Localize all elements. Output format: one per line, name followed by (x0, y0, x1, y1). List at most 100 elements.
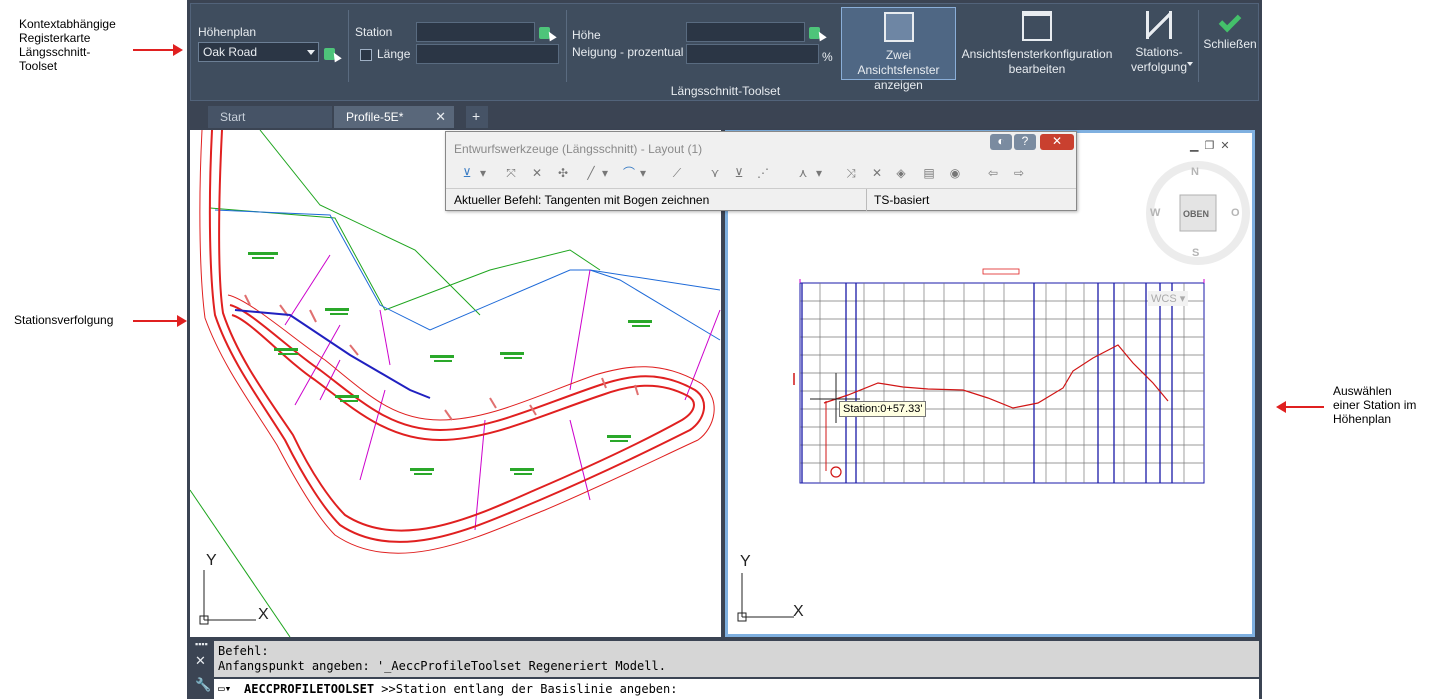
hoehenplan-select[interactable]: Oak Road (198, 42, 319, 62)
command-name: AECCPROFILETOOLSET (244, 682, 375, 696)
help-icon[interactable]: ◐ (990, 134, 1012, 150)
annotation-arrow (133, 315, 187, 327)
viewport-window-controls: ▁❐✕ (1190, 139, 1236, 152)
delete-entity-icon[interactable]: ⤨ (844, 166, 858, 180)
neigung-label: Neigung - prozentual (572, 45, 684, 59)
delete-icon[interactable]: ✕ (870, 166, 884, 180)
wrench-icon[interactable]: 🔧 (195, 677, 211, 693)
axis-y-label: Y (206, 552, 217, 569)
close-icon[interactable]: ✕ (435, 109, 446, 125)
command-history-line: Befehl: (218, 644, 269, 658)
station-tracking-label: Stations-verfolgung (1130, 45, 1188, 74)
app-window: Höhenplan Oak Road Station Länge Höhe Ne… (187, 0, 1262, 699)
axis-x-label: X (793, 603, 804, 620)
viewport-config-button[interactable]: Ansichtsfensterkonfiguration bearbeiten (958, 7, 1116, 80)
wcs-menu[interactable]: WCS ▾ (1148, 291, 1189, 306)
chevron-down-icon: ▾ (1179, 293, 1186, 305)
current-command: Aktueller Befehl: Tangenten mit Bogen ze… (454, 193, 710, 207)
insert-pvi-icon[interactable]: ⤧ (504, 166, 518, 180)
command-history-line: Anfangspunkt angeben: '_AeccProfileTools… (218, 659, 666, 673)
chevron-down-icon[interactable]: ▾ (476, 166, 490, 180)
toolbar-title: Entwurfswerkzeuge (Längsschnitt) - Layou… (454, 142, 703, 156)
annotation-arrow (133, 44, 183, 56)
station-tracking-icon (1146, 11, 1172, 39)
line-icon[interactable]: ╱ (584, 166, 598, 180)
neigung-input[interactable] (686, 44, 819, 64)
new-tab-button[interactable]: + (466, 106, 488, 128)
annotation-line: einer Station im (1333, 398, 1417, 412)
entity-based2-icon[interactable]: ⋰ (756, 166, 770, 180)
select-pvi-icon[interactable]: ⋏ (796, 166, 810, 180)
tangent-icon[interactable]: ⊻ (460, 166, 474, 180)
restore-icon[interactable]: ❐ (1204, 140, 1220, 152)
two-viewports-button[interactable]: Zwei Ansichtsfenster anzeigen (841, 7, 956, 92)
question-icon[interactable]: ? (1014, 134, 1036, 150)
annotation-line: Längsschnitt- (19, 45, 91, 59)
station-tracking-button[interactable]: Stations-verfolgung (1123, 7, 1195, 80)
annotation-context-tab: Kontextabhängige Registerkarte Längsschn… (19, 17, 116, 73)
curve-icon[interactable]: ⌒ (622, 166, 636, 180)
profile-layout-tools-window[interactable]: Entwurfswerkzeuge (Längsschnitt) - Layou… (445, 131, 1077, 211)
hoehe-input[interactable] (686, 22, 805, 42)
annotation-select-station: Auswählen einer Station im Höhenplan (1333, 384, 1416, 426)
annotation-line: Höhenplan (1333, 412, 1392, 426)
compass-north[interactable]: N (1191, 166, 1199, 178)
sub-entity-icon[interactable]: ▤ (922, 166, 936, 180)
laenge-checkbox[interactable] (360, 49, 372, 61)
axis-y-label: Y (740, 553, 751, 570)
viewport-config-label: Ansichtsfensterkonfiguration bearbeiten (961, 47, 1113, 76)
compass-west[interactable]: W (1150, 207, 1160, 219)
station-input[interactable] (416, 22, 535, 42)
close-label: Schließen (1203, 37, 1257, 51)
pick-profile-view-icon[interactable] (324, 46, 342, 63)
close-button[interactable]: Schließen (1201, 7, 1259, 80)
close-icon[interactable]: ✕ (195, 653, 206, 669)
command-input[interactable]: ▭▾ AECCPROFILETOOLSET >>Station entlang … (214, 679, 1259, 699)
mode-label: TS-basiert (874, 193, 930, 207)
pvi-based-icon[interactable]: ⋎ (708, 166, 722, 180)
tab-profile[interactable]: Profile-5E* ✕ (334, 106, 454, 128)
panel-title: Längsschnitt-Toolset (670, 84, 781, 98)
laenge-label: Länge (377, 47, 411, 61)
compass-east[interactable]: O (1231, 207, 1240, 219)
chevron-down-icon (1187, 62, 1193, 66)
prompt-icon[interactable]: ▭▾ (218, 682, 231, 695)
drag-handle-icon[interactable]: ▪▪▪▪ (195, 639, 208, 649)
minimize-icon[interactable]: ▁ (1190, 140, 1204, 152)
viewport-config-icon (1022, 11, 1052, 41)
chevron-down-icon[interactable]: ▾ (812, 166, 826, 180)
viewcube-top[interactable]: OBEN (1183, 209, 1209, 219)
wcs-label: WCS (1151, 293, 1177, 305)
two-viewports-icon (883, 12, 914, 42)
pick-elevation-icon[interactable] (809, 25, 827, 42)
compass-south[interactable]: S (1192, 247, 1199, 259)
chevron-down-icon[interactable]: ▾ (636, 166, 650, 180)
annotation-line: Toolset (19, 59, 58, 73)
annotation-line: Kontextabhängige (19, 17, 116, 31)
close-icon[interactable]: ✕ (1220, 140, 1235, 152)
raise-lower-icon[interactable]: ⟋ (670, 166, 684, 180)
checkmark-icon (1218, 9, 1242, 33)
close-icon[interactable]: ✕ (1040, 134, 1074, 150)
undo-icon[interactable]: ⇦ (986, 166, 1000, 180)
chevron-down-icon[interactable]: ▾ (598, 166, 612, 180)
laenge-input[interactable] (416, 44, 559, 64)
tab-start[interactable]: Start (208, 106, 332, 128)
screenshot-root: Kontextabhängige Registerkarte Längsschn… (0, 0, 1436, 699)
pick-station-icon[interactable] (539, 25, 557, 42)
redo-icon[interactable]: ⇨ (1012, 166, 1026, 180)
delete-pvi-icon[interactable]: ✕ (530, 166, 544, 180)
geometry-icon[interactable]: ◉ (948, 166, 962, 180)
command-area: ▪▪▪▪ ✕ 🔧 Befehl: Anfangspunkt angeben: '… (190, 639, 1259, 699)
toolbar-status: Aktueller Befehl: Tangenten mit Bogen ze… (446, 188, 1076, 211)
separator (1198, 10, 1199, 82)
annotation-line: Auswählen (1333, 384, 1392, 398)
separator (866, 189, 867, 211)
entity-based-icon[interactable]: ⊻ (732, 166, 746, 180)
ribbon-panel: Höhenplan Oak Road Station Länge Höhe Ne… (190, 3, 1259, 101)
hoehenplan-value: Oak Road (203, 45, 258, 59)
grid-view-icon[interactable]: ◈ (894, 166, 908, 180)
hoehenplan-label: Höhenplan (198, 25, 257, 39)
annotation-station-tracking: Stationsverfolgung (14, 313, 114, 327)
move-pvi-icon[interactable]: ✣ (556, 166, 570, 180)
